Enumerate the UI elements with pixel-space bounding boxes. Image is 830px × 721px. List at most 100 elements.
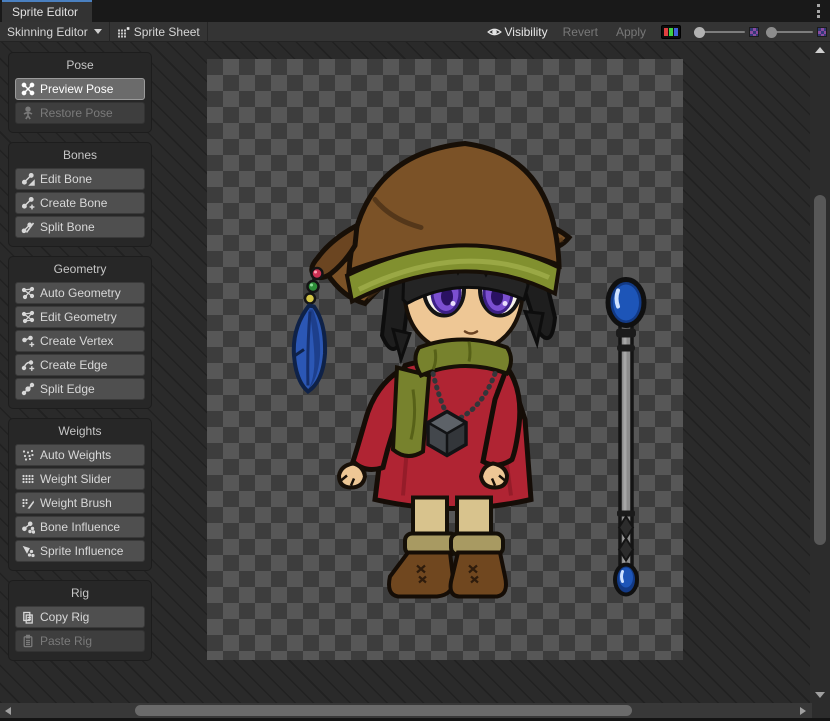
sprite-alpha-slider[interactable]: [694, 25, 745, 39]
button-label: Create Edge: [40, 358, 107, 372]
slider-handle[interactable]: [694, 27, 705, 38]
bone-influence-icon: [21, 520, 35, 534]
sprite-canvas[interactable]: [207, 59, 683, 660]
skinning-editor-label: Skinning Editor: [7, 25, 88, 39]
restore-pose-icon: [21, 106, 35, 120]
visibility-button[interactable]: Visibility: [483, 22, 552, 42]
group-title: Rig: [15, 585, 145, 601]
split-edge-icon: [21, 382, 35, 396]
witch-character-sprite: [294, 144, 569, 597]
apply-label: Apply: [616, 25, 646, 39]
edit-bone-icon: [21, 172, 35, 186]
paste-rig-button[interactable]: Paste Rig: [15, 630, 145, 652]
eye-icon: [487, 26, 502, 38]
paste-rig-icon: [21, 634, 35, 648]
restore-pose-button[interactable]: Restore Pose: [15, 102, 145, 124]
apply-button[interactable]: Apply: [609, 22, 653, 42]
scrollbar-corner: [812, 703, 830, 718]
visibility-label: Visibility: [505, 25, 548, 39]
magic-staff-sprite: [608, 280, 644, 595]
create-vertex-icon: [21, 334, 35, 348]
button-label: Create Bone: [40, 196, 107, 210]
weight-brush-button[interactable]: Weight Brush: [15, 492, 145, 514]
group-title: Weights: [15, 423, 145, 439]
button-label: Restore Pose: [40, 106, 113, 120]
hat-beads: [305, 268, 323, 304]
vertical-scrollbar[interactable]: [810, 42, 830, 703]
sprite-sheet-label: Sprite Sheet: [134, 25, 200, 39]
toolbar-right-cluster: Visibility Revert Apply: [483, 22, 828, 42]
panel-group-bones: Bones Edit Bone Create Bone Split Bone: [8, 142, 152, 247]
group-title: Bones: [15, 147, 145, 163]
scroll-down-arrow[interactable]: [815, 692, 825, 698]
edit-bone-button[interactable]: Edit Bone: [15, 168, 145, 190]
horizontal-scrollbar[interactable]: [0, 703, 812, 718]
toolbar: Skinning Editor Sprite Sheet: [0, 22, 830, 42]
weight-slider-button[interactable]: Weight Slider: [15, 468, 145, 490]
kebab-menu-icon[interactable]: [817, 4, 821, 18]
scroll-right-arrow[interactable]: [800, 707, 806, 715]
mesh-alpha-checker-icon: [817, 27, 827, 37]
horizontal-scrollbar-thumb[interactable]: [135, 705, 632, 716]
copy-rig-button[interactable]: Copy Rig: [15, 606, 145, 628]
create-edge-button[interactable]: Create Edge: [15, 354, 145, 376]
sprite-sheet-icon: [117, 25, 131, 39]
button-label: Sprite Influence: [40, 544, 123, 558]
sprite-sheet-button[interactable]: Sprite Sheet: [110, 22, 207, 42]
edit-geometry-button[interactable]: Edit Geometry: [15, 306, 145, 328]
split-bone-icon: [21, 220, 35, 234]
button-label: Edit Bone: [40, 172, 92, 186]
panel-group-weights: Weights Auto Weights Weight Slider Weight B…: [8, 418, 152, 571]
button-label: Split Bone: [40, 220, 95, 234]
split-edge-button[interactable]: Split Edge: [15, 378, 145, 400]
auto-weights-button[interactable]: Auto Weights: [15, 444, 145, 466]
button-label: Split Edge: [40, 382, 95, 396]
button-label: Preview Pose: [40, 82, 113, 96]
caret-down-icon: [94, 29, 102, 34]
tool-panels: Pose Preview Pose Restore Pose Bones Edit Bo…: [8, 52, 152, 670]
sprite-influence-icon: [21, 544, 35, 558]
button-label: Paste Rig: [40, 634, 92, 648]
revert-button[interactable]: Revert: [556, 22, 605, 42]
slider-handle[interactable]: [766, 27, 777, 38]
workspace-background: Pose Preview Pose Restore Pose Bones Edit Bo…: [0, 42, 830, 703]
preview-pose-button[interactable]: Preview Pose: [15, 78, 145, 100]
tab-title: Sprite Editor: [12, 5, 78, 19]
button-label: Auto Geometry: [40, 286, 121, 300]
skinning-editor-dropdown[interactable]: Skinning Editor: [0, 22, 109, 42]
sprite-editor-window: Sprite Editor Skinning Editor Sprit: [0, 0, 830, 721]
character-and-staff-sprite: [207, 59, 683, 660]
create-edge-icon: [21, 358, 35, 372]
auto-geometry-icon: [21, 286, 35, 300]
weight-slider-icon: [21, 472, 35, 486]
button-label: Bone Influence: [40, 520, 120, 534]
group-title: Geometry: [15, 261, 145, 277]
button-label: Auto Weights: [40, 448, 111, 462]
split-bone-button[interactable]: Split Bone: [15, 216, 145, 238]
scroll-up-arrow[interactable]: [815, 47, 825, 53]
mesh-alpha-slider[interactable]: [766, 25, 813, 39]
tab-bar: Sprite Editor: [0, 0, 830, 22]
auto-geometry-button[interactable]: Auto Geometry: [15, 282, 145, 304]
button-label: Create Vertex: [40, 334, 113, 348]
toolbar-separator: [207, 22, 208, 42]
button-label: Weight Slider: [40, 472, 111, 486]
panel-group-rig: Rig Copy Rig Paste Rig: [8, 580, 152, 661]
create-vertex-button[interactable]: Create Vertex: [15, 330, 145, 352]
vertical-scrollbar-thumb[interactable]: [814, 195, 826, 545]
weight-brush-icon: [21, 496, 35, 510]
scroll-left-arrow[interactable]: [5, 707, 11, 715]
sprite-influence-button[interactable]: Sprite Influence: [15, 540, 145, 562]
create-bone-button[interactable]: Create Bone: [15, 192, 145, 214]
button-label: Copy Rig: [40, 610, 89, 624]
auto-weights-icon: [21, 448, 35, 462]
bone-influence-button[interactable]: Bone Influence: [15, 516, 145, 538]
tab-sprite-editor[interactable]: Sprite Editor: [2, 0, 92, 22]
preview-pose-icon: [21, 82, 35, 96]
sprite-alpha-checker-icon: [749, 27, 759, 37]
panel-group-pose: Pose Preview Pose Restore Pose: [8, 52, 152, 133]
rgb-color-swatch[interactable]: [661, 25, 681, 39]
button-label: Edit Geometry: [40, 310, 117, 324]
copy-rig-icon: [21, 610, 35, 624]
group-title: Pose: [15, 57, 145, 73]
